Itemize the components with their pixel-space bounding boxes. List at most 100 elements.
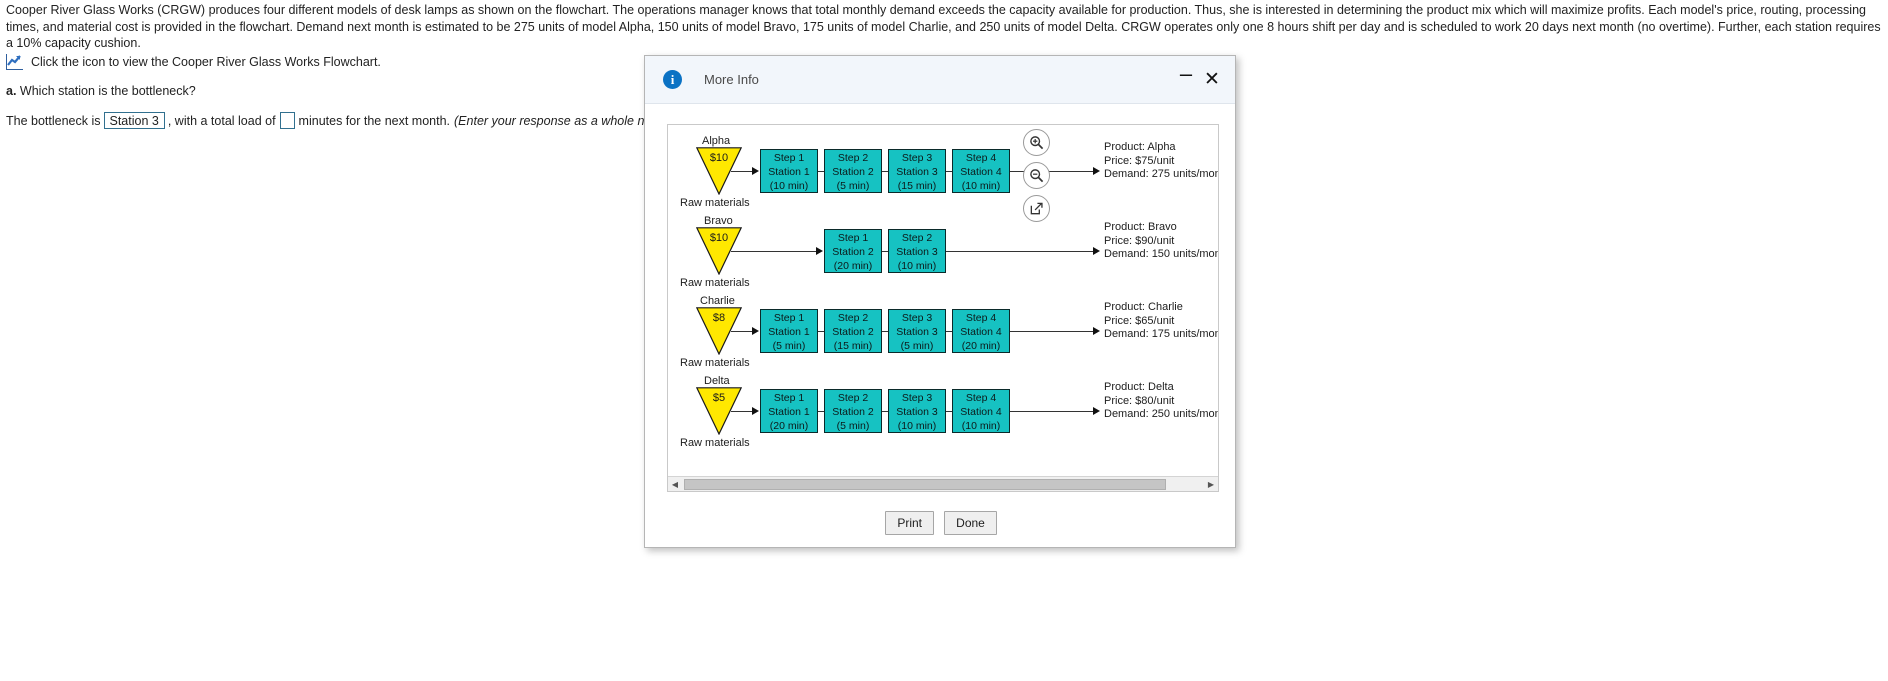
zoom-in-icon[interactable]	[1023, 129, 1050, 156]
step-box: Step 1 Station 1 (5 min)	[760, 309, 818, 353]
model-name: Alpha	[702, 135, 731, 147]
horizontal-scrollbar[interactable]: ◀ ▶	[668, 476, 1218, 491]
print-button[interactable]: Print	[885, 511, 935, 535]
step-label: Step 3	[901, 392, 933, 404]
done-button[interactable]: Done	[944, 511, 997, 535]
answer-prefix: The bottleneck is	[6, 113, 101, 128]
product-price: Price: $80/unit	[1104, 394, 1175, 407]
flowchart-link-label[interactable]: Click the icon to view the Cooper River …	[31, 55, 381, 69]
time-label: (5 min)	[900, 340, 934, 352]
step-box: Step 1 Station 1 (20 min)	[760, 389, 818, 433]
minimize-icon[interactable]: –	[1173, 61, 1199, 98]
product-demand: Demand: 150 units/month	[1104, 248, 1219, 260]
info-icon: i	[663, 70, 682, 89]
raw-materials-label: Raw materials	[680, 357, 750, 369]
arrowhead-icon	[1093, 247, 1100, 255]
product-info: Product: Delta Price: $80/unit Demand: 2…	[1104, 381, 1219, 422]
product-info: Product: Charlie Price: $65/unit Demand:…	[1104, 301, 1218, 342]
product-demand: Demand: 250 units/month	[1104, 408, 1219, 420]
arrowhead-icon	[752, 407, 759, 415]
step-label: Step 2	[837, 152, 869, 164]
product-info: Product: Alpha Price: $75/unit Demand: 2…	[1104, 141, 1219, 182]
station-label: Station 3	[896, 326, 938, 338]
connector	[731, 171, 753, 172]
output-connector	[1010, 411, 1096, 412]
arrowhead-icon	[816, 247, 823, 255]
dialog-titlebar: i More Info – ✕	[645, 56, 1235, 104]
step-box: Step 4 Station 4 (10 min)	[952, 389, 1010, 433]
step-label: Step 4	[965, 152, 997, 164]
step-box: Step 3 Station 3 (15 min)	[888, 149, 946, 193]
station-label: Station 2	[832, 406, 874, 418]
total-load-input[interactable]	[279, 112, 295, 129]
station-select[interactable]: Station 3	[103, 112, 165, 129]
connector	[731, 251, 817, 252]
step-label: Step 2	[901, 232, 933, 244]
time-label: (15 min)	[833, 340, 873, 352]
material-cost: $5	[712, 392, 726, 404]
material-cost: $10	[709, 152, 729, 164]
step-box: Step 2 Station 2 (15 min)	[824, 309, 882, 353]
model-name: Bravo	[704, 215, 733, 227]
time-label: (20 min)	[961, 340, 1001, 352]
raw-materials-label: Raw materials	[680, 437, 750, 449]
zoom-out-icon[interactable]	[1023, 162, 1050, 189]
time-label: (10 min)	[897, 260, 937, 272]
time-label: (20 min)	[833, 260, 873, 272]
arrowhead-icon	[752, 327, 759, 335]
step-box: Step 2 Station 3 (10 min)	[888, 229, 946, 273]
scroll-left-icon[interactable]: ◀	[668, 477, 682, 491]
flowchart-link-row[interactable]: Click the icon to view the Cooper River …	[6, 54, 381, 70]
flowchart-row: Delta $5 Raw materials Step 1 Station 1 …	[668, 375, 1219, 453]
step-label: Step 4	[965, 312, 997, 324]
output-connector	[946, 251, 1096, 252]
scroll-right-icon[interactable]: ▶	[1204, 477, 1218, 491]
station-label: Station 1	[768, 326, 810, 338]
time-label: (5 min)	[772, 340, 806, 352]
product-price: Price: $75/unit	[1104, 154, 1175, 167]
station-label: Station 3	[896, 246, 938, 258]
open-external-icon[interactable]	[1023, 195, 1050, 222]
station-label: Station 4	[960, 406, 1002, 418]
station-label: Station 4	[960, 166, 1002, 178]
step-box: Step 3 Station 3 (5 min)	[888, 309, 946, 353]
model-name: Delta	[704, 375, 730, 387]
answer-suffix: minutes for the next month.	[298, 113, 451, 128]
problem-text: Cooper River Glass Works (CRGW) produces…	[6, 3, 1881, 50]
chart-icon[interactable]	[6, 54, 23, 70]
scrollbar-thumb[interactable]	[684, 478, 1166, 490]
problem-statement: Cooper River Glass Works (CRGW) produces…	[6, 2, 1884, 52]
station-label: Station 1	[768, 166, 810, 178]
time-label: (5 min)	[836, 420, 870, 432]
station-label: Station 3	[896, 406, 938, 418]
time-label: (15 min)	[897, 180, 937, 192]
step-label: Step 1	[773, 312, 805, 324]
station-label: Station 2	[832, 166, 874, 178]
step-label: Step 1	[773, 392, 805, 404]
product-name: Product: Bravo	[1104, 221, 1177, 233]
answer-row: The bottleneck is Station 3 , with a tot…	[6, 112, 687, 129]
step-label: Step 3	[901, 152, 933, 164]
more-info-dialog: i More Info – ✕ Alpha $10 Raw materials …	[644, 55, 1236, 548]
dialog-title: More Info	[704, 72, 759, 87]
station-label: Station 2	[832, 246, 874, 258]
product-name: Product: Charlie	[1104, 301, 1183, 313]
product-info: Product: Bravo Price: $90/unit Demand: 1…	[1104, 221, 1219, 262]
dialog-footer: Print Done	[645, 511, 1237, 535]
time-label: (10 min)	[961, 180, 1001, 192]
product-demand: Demand: 275 units/month	[1104, 168, 1219, 180]
time-label: (20 min)	[769, 420, 809, 432]
station-label: Station 3	[896, 166, 938, 178]
step-box: Step 3 Station 3 (10 min)	[888, 389, 946, 433]
flowchart-canvas: Alpha $10 Raw materials Step 1 Station 1…	[668, 125, 1219, 475]
flowchart-tools	[1023, 129, 1050, 222]
station-label: Station 4	[960, 326, 1002, 338]
material-cost: $8	[712, 312, 726, 324]
close-icon[interactable]: ✕	[1199, 67, 1225, 93]
step-label: Step 3	[901, 312, 933, 324]
connector	[731, 411, 753, 412]
arrowhead-icon	[1093, 327, 1100, 335]
step-box: Step 1 Station 2 (20 min)	[824, 229, 882, 273]
product-name: Product: Delta	[1104, 381, 1174, 393]
flowchart-panel: Alpha $10 Raw materials Step 1 Station 1…	[667, 124, 1219, 492]
